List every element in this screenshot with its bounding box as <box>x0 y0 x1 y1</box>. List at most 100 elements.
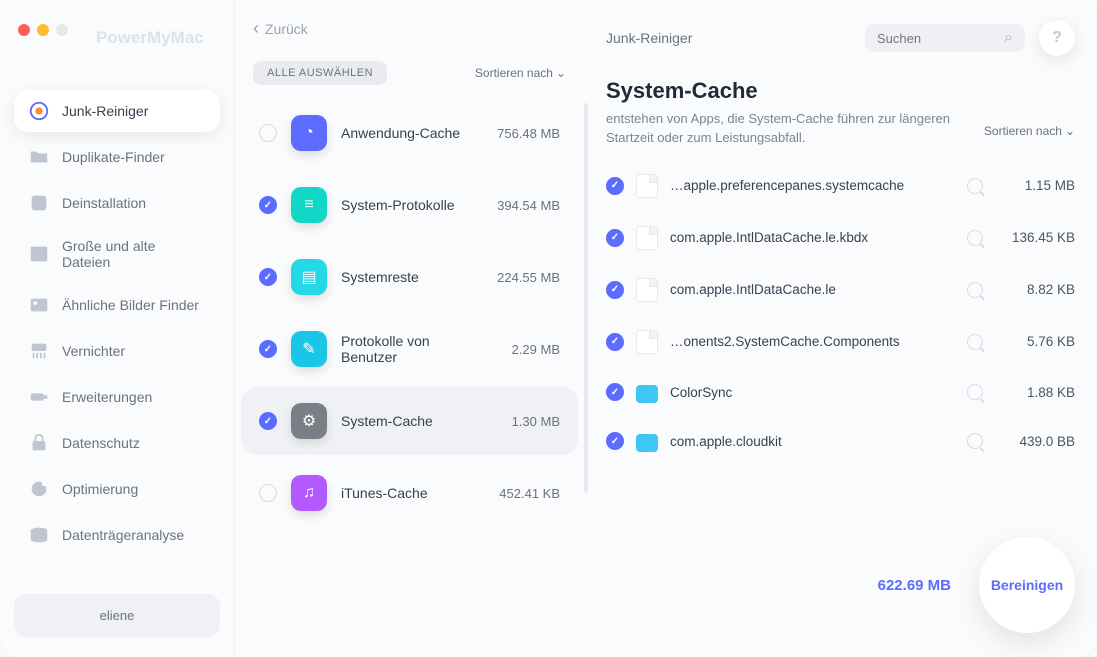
category-name: Systemreste <box>341 269 466 285</box>
reveal-icon[interactable] <box>967 230 983 246</box>
checkbox[interactable] <box>259 340 277 358</box>
sidebar-item-label: Datenträgeranalyse <box>62 527 184 543</box>
checkbox[interactable] <box>606 333 624 351</box>
file-name: …onents2.SystemCache.Components <box>670 334 955 349</box>
file-icon <box>636 330 658 354</box>
category-size: 1.30 MB <box>480 414 560 429</box>
sidebar-item-label: Junk-Reiniger <box>62 103 148 119</box>
file-icon <box>636 174 658 198</box>
sidebar-item-shred[interactable]: Vernichter <box>14 330 220 372</box>
chevron-down-icon: ⌄ <box>556 66 566 80</box>
sidebar-item-opt[interactable]: Optimierung <box>14 468 220 510</box>
lock-icon <box>28 432 50 454</box>
folder-icon <box>636 385 658 403</box>
file-row[interactable]: …onents2.SystemCache.Components 5.76 KB <box>606 316 1075 368</box>
file-name: ColorSync <box>670 385 955 400</box>
category-row[interactable]: ▤ Systemreste 224.55 MB <box>241 243 578 311</box>
reveal-icon[interactable] <box>967 384 983 400</box>
file-size: 1.15 MB <box>995 178 1075 193</box>
checkbox[interactable] <box>606 383 624 401</box>
category-size: 224.55 MB <box>480 270 560 285</box>
checkbox[interactable] <box>259 484 277 502</box>
app-icon <box>28 192 50 214</box>
file-name: …apple.preferencepanes.systemcache <box>670 178 955 193</box>
file-size: 439.0 BB <box>995 434 1075 449</box>
detail-subtitle: entstehen von Apps, die System-Cache füh… <box>606 110 966 148</box>
sort-by-button[interactable]: Sortieren nach ⌄ <box>475 66 566 80</box>
reveal-icon[interactable] <box>967 282 983 298</box>
category-row[interactable]: ✎ Protokolle von Benutzer 2.29 MB <box>241 315 578 383</box>
file-row[interactable]: com.apple.cloudkit439.0 BB <box>606 417 1075 466</box>
checkbox[interactable] <box>606 229 624 247</box>
file-row[interactable]: com.apple.IntlDataCache.le.kbdx136.45 KB <box>606 212 1075 264</box>
reveal-icon[interactable] <box>967 334 983 350</box>
sidebar-item-disk[interactable]: Datenträgeranalyse <box>14 514 220 556</box>
category-size: 756.48 MB <box>480 126 560 141</box>
checkbox[interactable] <box>606 432 624 450</box>
sidebar-item-app[interactable]: Deinstallation <box>14 182 220 224</box>
file-row[interactable]: ColorSync 1.88 KB <box>606 368 1075 417</box>
category-name: iTunes-Cache <box>341 485 466 501</box>
search-box[interactable]: ⌕ <box>865 24 1025 52</box>
reveal-icon[interactable] <box>967 433 983 449</box>
ext-icon <box>28 386 50 408</box>
sidebar-item-label: Große und alte Dateien <box>62 238 206 270</box>
app-brand: PowerMyMac <box>96 28 204 48</box>
sidebar-item-label: Vernichter <box>62 343 125 359</box>
category-name: Protokolle von Benutzer <box>341 333 466 365</box>
sidebar-item-label: Erweiterungen <box>62 389 152 405</box>
sidebar-item-junk[interactable]: Junk-Reiniger <box>14 90 220 132</box>
checkbox[interactable] <box>259 412 277 430</box>
sidebar-item-label: Optimierung <box>62 481 138 497</box>
search-input[interactable] <box>877 31 994 46</box>
chevron-down-icon: ⌄ <box>1065 124 1075 138</box>
sidebar-item-image[interactable]: Ähnliche Bilder Finder <box>14 284 220 326</box>
checkbox[interactable] <box>259 124 277 142</box>
detail-title: System-Cache <box>606 78 966 104</box>
file-row[interactable]: com.apple.IntlDataCache.le8.82 KB <box>606 264 1075 316</box>
category-icon: ▤ <box>291 259 327 295</box>
search-icon: ⌕ <box>1004 29 1013 47</box>
category-icon: ✎ <box>291 331 327 367</box>
category-name: Anwendung-Cache <box>341 125 466 141</box>
category-size: 2.29 MB <box>480 342 560 357</box>
category-size: 394.54 MB <box>480 198 560 213</box>
category-row[interactable]: ≡System-Protokolle394.54 MB <box>241 171 578 239</box>
sidebar-item-ext[interactable]: Erweiterungen <box>14 376 220 418</box>
help-button[interactable]: ? <box>1039 20 1075 56</box>
clean-button[interactable]: Bereinigen <box>979 537 1075 633</box>
sidebar-item-folder[interactable]: Duplikate-Finder <box>14 136 220 178</box>
category-name: System-Protokolle <box>341 197 466 213</box>
sidebar-item-lock[interactable]: Datenschutz <box>14 422 220 464</box>
page-title: Junk-Reiniger <box>606 30 692 46</box>
opt-icon <box>28 478 50 500</box>
back-button[interactable]: ‹ Zurück <box>235 18 584 39</box>
checkbox[interactable] <box>606 281 624 299</box>
checkbox[interactable] <box>259 268 277 286</box>
sidebar-item-label: Deinstallation <box>62 195 146 211</box>
folder-icon <box>28 146 50 168</box>
disk-icon <box>28 524 50 546</box>
file-size: 5.76 KB <box>995 334 1075 349</box>
select-all-button[interactable]: ALLE AUSWÄHLEN <box>253 61 387 85</box>
category-row[interactable]: ⚙System-Cache1.30 MB <box>241 387 578 455</box>
folder-icon <box>636 434 658 452</box>
category-row[interactable]: ♫iTunes-Cache452.41 KB <box>241 459 578 527</box>
sidebar-item-label: Duplikate-Finder <box>62 149 165 165</box>
sidebar-item-box[interactable]: Große und alte Dateien <box>14 228 220 280</box>
checkbox[interactable] <box>259 196 277 214</box>
sidebar-item-label: Datenschutz <box>62 435 140 451</box>
file-row[interactable]: …apple.preferencepanes.systemcache 1.15 M… <box>606 160 1075 212</box>
reveal-icon[interactable] <box>967 178 983 194</box>
file-size: 1.88 KB <box>995 385 1075 400</box>
category-name: System-Cache <box>341 413 466 429</box>
chevron-left-icon: ‹ <box>253 18 259 39</box>
detail-sort-button[interactable]: Sortieren nach ⌄ <box>984 124 1075 138</box>
shred-icon <box>28 340 50 362</box>
checkbox[interactable] <box>606 177 624 195</box>
image-icon <box>28 294 50 316</box>
category-row[interactable]: ◔Anwendung-Cache756.48 MB <box>241 99 578 167</box>
file-name: com.apple.IntlDataCache.le <box>670 282 955 297</box>
user-chip[interactable]: eliene <box>14 594 220 637</box>
file-icon <box>636 278 658 302</box>
